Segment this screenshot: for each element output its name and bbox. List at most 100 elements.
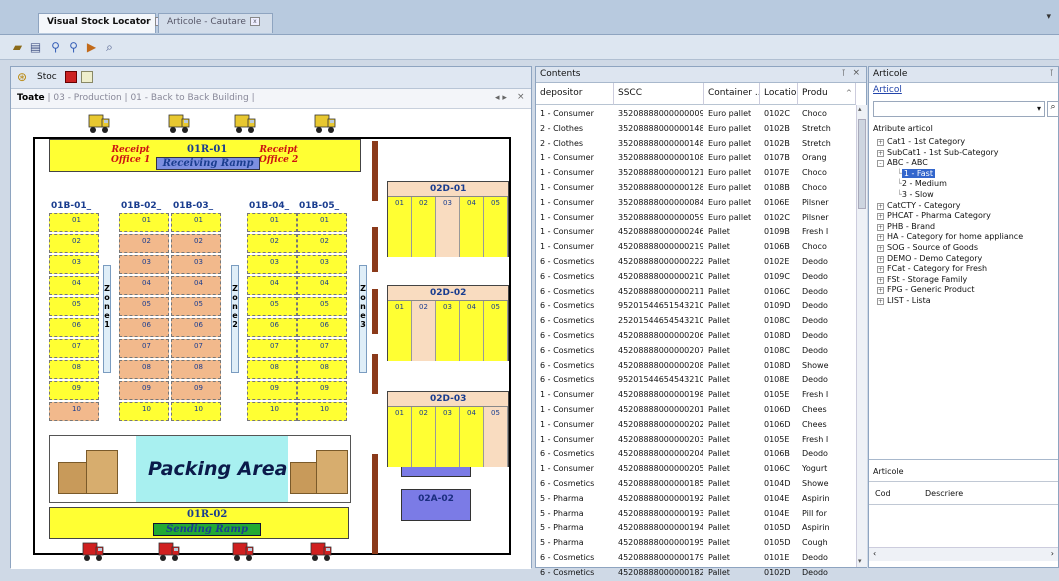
tree-node[interactable]: + DEMO - Demo Category xyxy=(877,254,982,263)
rack-location-cell[interactable]: 09 xyxy=(49,381,99,400)
rack-location-cell[interactable]: 03 xyxy=(297,255,347,274)
dock-slot[interactable]: 05 xyxy=(484,301,508,361)
tab-articole-cautare[interactable]: Articole - Cautare x xyxy=(158,13,273,33)
tree-node[interactable]: + FSt - Storage Family xyxy=(877,275,967,284)
table-row[interactable]: 1 - Consumer 352088880000001287 Euro palle… xyxy=(536,181,856,196)
rack-location-cell[interactable]: 01 xyxy=(49,213,99,232)
table-row[interactable]: 1 - Consumer 452088880000002465 Pallet 0109… xyxy=(536,225,856,240)
table-row[interactable]: 6 - Cosmetics 452088880000001796 Pallet 010… xyxy=(536,551,856,566)
table-row[interactable]: 6 - Cosmetics 452088880000002069 Pallet 010… xyxy=(536,329,856,344)
rack-location-cell[interactable]: 10 xyxy=(247,402,297,421)
table-row[interactable]: 6 - Cosmetics 452088880000002106 Pallet 010… xyxy=(536,270,856,285)
rack-location-cell[interactable]: 09 xyxy=(171,381,221,400)
rack-location-cell[interactable]: 07 xyxy=(171,339,221,358)
horizontal-scrollbar[interactable]: ‹ › xyxy=(869,547,1058,561)
column-descriere[interactable]: Descriere xyxy=(925,489,963,498)
subtab-production[interactable]: 03 - Production xyxy=(53,93,121,103)
table-row[interactable]: 6 - Cosmetics 952015446545432101 Pallet 010… xyxy=(536,373,856,388)
zoom-in-icon[interactable]: ⚲ xyxy=(48,40,63,55)
pin-icon[interactable]: ⊺ xyxy=(841,69,846,79)
dock-slot[interactable]: 03 xyxy=(436,407,460,467)
color-filter-icon[interactable] xyxy=(65,71,77,83)
table-row[interactable]: 5 - Pharma 452088880000001932 Pallet 0104E P… xyxy=(536,507,856,522)
rack-location-cell[interactable]: 07 xyxy=(297,339,347,358)
articol-select[interactable]: ▾ xyxy=(873,101,1045,117)
tab-visual-stock-locator[interactable]: Visual Stock Locatorx xyxy=(38,13,165,33)
column-header[interactable]: Container ... xyxy=(704,83,760,105)
export-icon[interactable]: ▶ xyxy=(84,40,99,55)
table-row[interactable]: 1 - Consumer 352088880000000846 Euro palle… xyxy=(536,196,856,211)
rack-location-cell[interactable]: 10 xyxy=(49,402,99,421)
area-02a-02[interactable]: 02A-02 xyxy=(401,489,471,521)
packing-area[interactable]: Packing Area xyxy=(49,435,351,503)
rack-location-cell[interactable]: 04 xyxy=(171,276,221,295)
table-row[interactable]: 1 - Consumer 352088880000000099 Euro palle… xyxy=(536,107,856,122)
dock-slot[interactable]: 02 xyxy=(412,197,436,257)
column-header[interactable]: SSCC xyxy=(614,83,704,105)
rack-location-cell[interactable]: 05 xyxy=(119,297,169,316)
scroll-left-icon[interactable]: ‹ xyxy=(873,549,876,558)
expand-icon[interactable]: + xyxy=(877,287,884,295)
tree-node[interactable]: + PHCAT - Pharma Category xyxy=(877,211,991,221)
open-folder-icon[interactable]: ▰ xyxy=(10,40,25,55)
close-icon[interactable]: × xyxy=(852,68,860,78)
search-icon[interactable]: ⌕ xyxy=(102,40,117,55)
rack-location-cell[interactable]: 02 xyxy=(119,234,169,253)
rack-location-cell[interactable]: 08 xyxy=(49,360,99,379)
rack-location-cell[interactable]: 01 xyxy=(171,213,221,232)
rack-location-cell[interactable]: 02 xyxy=(171,234,221,253)
stock-button[interactable]: Stoc xyxy=(37,72,57,82)
tree-node[interactable]: + Cat1 - 1st Category xyxy=(877,137,965,146)
column-header[interactable]: Location xyxy=(760,83,798,105)
table-row[interactable]: 1 - Consumer 452088880000002038 Pallet 0105… xyxy=(536,433,856,448)
rack-location-cell[interactable]: 03 xyxy=(49,255,99,274)
expand-icon[interactable]: + xyxy=(877,223,884,231)
table-row[interactable]: 6 - Cosmetics 452088880000002045 Pallet 010… xyxy=(536,447,856,462)
rack-location-cell[interactable]: 03 xyxy=(171,255,221,274)
expand-icon[interactable]: + xyxy=(877,202,884,210)
tree-node[interactable]: + FCat - Category for Fresh xyxy=(877,264,987,274)
tree-node[interactable]: + CatCTY - Category xyxy=(877,201,961,210)
rack-location-cell[interactable]: 02 xyxy=(49,234,99,253)
tree-node[interactable]: - ABC - ABC xyxy=(877,158,928,168)
rack-location-cell[interactable]: 05 xyxy=(247,297,297,316)
view-icon[interactable] xyxy=(81,71,93,83)
rack-location-cell[interactable]: 10 xyxy=(119,402,169,421)
print-icon[interactable]: ▤ xyxy=(28,40,43,55)
expand-icon[interactable]: + xyxy=(877,255,884,263)
rack-location-cell[interactable]: 06 xyxy=(49,318,99,337)
chevron-down-icon[interactable]: ▾ xyxy=(1046,12,1051,22)
tree-node[interactable]: + SOG - Source of Goods xyxy=(877,243,978,252)
rack-location-cell[interactable]: 01 xyxy=(297,213,347,232)
table-row[interactable]: 5 - Pharma 452088880000001925 Pallet 0104E A… xyxy=(536,492,856,507)
table-row[interactable]: 1 - Consumer 452088880000001987 Pallet 0105… xyxy=(536,388,856,403)
tree-node[interactable]: + PHB - Brand xyxy=(877,222,935,231)
sort-asc-icon[interactable]: ^ xyxy=(846,89,852,97)
rack-location-cell[interactable]: 04 xyxy=(247,276,297,295)
table-row[interactable]: 2 - Clothes 352088880000001485 Euro pallet… xyxy=(536,137,856,152)
chevron-down-icon[interactable]: ▾ xyxy=(1037,104,1041,113)
expand-icon[interactable]: + xyxy=(877,245,884,252)
tree-node[interactable]: └ 1 - Fast xyxy=(897,168,935,178)
rack-location-cell[interactable]: 08 xyxy=(247,360,297,379)
rack-location-cell[interactable]: 02 xyxy=(297,234,347,253)
close-icon[interactable]: x xyxy=(249,17,260,26)
expand-icon[interactable]: + xyxy=(877,139,884,146)
subtab-back-to-back[interactable]: 01 - Back to Back Building xyxy=(130,93,248,103)
table-row[interactable]: 1 - Consumer 452088880000002199 Pallet 0106… xyxy=(536,240,856,255)
table-row[interactable]: 1 - Consumer 352088880000000594 Euro palle… xyxy=(536,211,856,226)
table-row[interactable]: 2 - Clothes 352088880000001485 Euro pallet… xyxy=(536,122,856,137)
expand-icon[interactable]: + xyxy=(877,298,884,305)
search-icon[interactable]: ⌕ xyxy=(1047,101,1059,117)
dock-area-02d-02[interactable]: 02D-02 01 02 03 04 05 xyxy=(387,285,509,361)
rack-location-cell[interactable]: 10 xyxy=(171,402,221,421)
dock-slot[interactable]: 04 xyxy=(460,301,484,361)
expand-icon[interactable]: + xyxy=(877,234,884,242)
expand-icon[interactable]: + xyxy=(877,266,884,274)
expand-icon[interactable]: + xyxy=(877,149,884,157)
tree-node[interactable]: + SubCat1 - 1st Sub-Category xyxy=(877,148,999,157)
dock-slot[interactable]: 05 xyxy=(484,197,508,257)
tab-scroll-arrows-icon[interactable]: ◂ ▸ xyxy=(495,93,507,103)
tree-node[interactable]: └2 - Medium xyxy=(897,179,947,188)
rack-location-cell[interactable]: 05 xyxy=(171,297,221,316)
